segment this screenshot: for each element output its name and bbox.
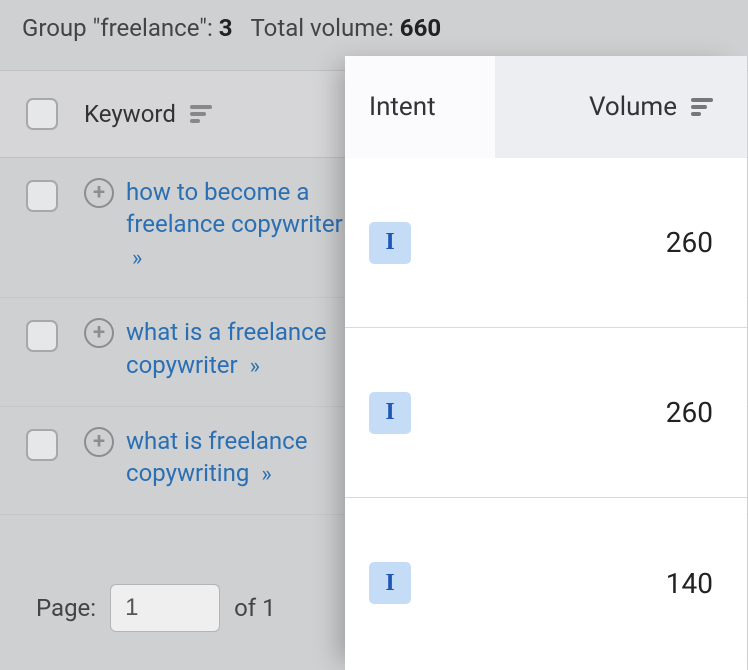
panel-row: I 260	[345, 158, 747, 328]
pagination: Page: of 1	[36, 584, 276, 632]
intent-badge: I	[369, 392, 411, 434]
keyword-column-header[interactable]: Keyword	[84, 100, 212, 128]
panel-row: I 140	[345, 498, 747, 668]
intent-header-label: Intent	[369, 92, 436, 122]
select-all-checkbox[interactable]	[26, 98, 58, 130]
sort-icon	[190, 105, 212, 123]
sort-icon	[691, 98, 713, 116]
chevrons-icon: »	[250, 354, 256, 379]
keyword-text: what is freelance copywriting	[126, 427, 307, 487]
volume-header-label: Volume	[589, 92, 677, 122]
total-volume-label: Total volume:	[251, 14, 394, 42]
summary-bar: Group "freelance": 3 Total volume: 660	[22, 14, 441, 42]
intent-column-header[interactable]: Intent	[345, 56, 495, 158]
volume-value: 260	[666, 226, 713, 259]
expand-icon[interactable]	[84, 427, 114, 457]
page-input[interactable]	[110, 584, 220, 632]
row-checkbox[interactable]	[26, 180, 58, 212]
expand-icon[interactable]	[84, 318, 114, 348]
group-count: 3	[219, 14, 233, 42]
row-checkbox[interactable]	[26, 320, 58, 352]
intent-badge: I	[369, 222, 411, 264]
chevrons-icon: »	[132, 246, 138, 271]
keyword-link[interactable]: how to become a freelance copywriter »	[126, 176, 354, 273]
chevrons-icon: »	[261, 462, 267, 487]
page-label: Page:	[36, 594, 96, 622]
panel-row: I 260	[345, 328, 747, 498]
volume-column-header[interactable]: Volume	[495, 56, 747, 158]
volume-value: 140	[666, 567, 713, 600]
keyword-link[interactable]: what is a freelance copywriter »	[126, 316, 354, 381]
total-volume-value: 660	[400, 14, 441, 42]
group-label: Group "freelance":	[22, 14, 213, 42]
page-of-label: of 1	[234, 594, 275, 622]
columns-panel: Intent Volume I 260 I 260 I 140	[345, 56, 747, 670]
panel-header: Intent Volume	[345, 56, 747, 158]
keyword-text: what is a freelance copywriter	[126, 318, 326, 378]
volume-value: 260	[666, 396, 713, 429]
keyword-text: how to become a freelance copywriter	[126, 178, 343, 238]
keyword-link[interactable]: what is freelance copywriting »	[126, 425, 354, 490]
row-checkbox[interactable]	[26, 429, 58, 461]
keyword-header-label: Keyword	[84, 100, 176, 128]
expand-icon[interactable]	[84, 178, 114, 208]
intent-badge: I	[369, 562, 411, 604]
